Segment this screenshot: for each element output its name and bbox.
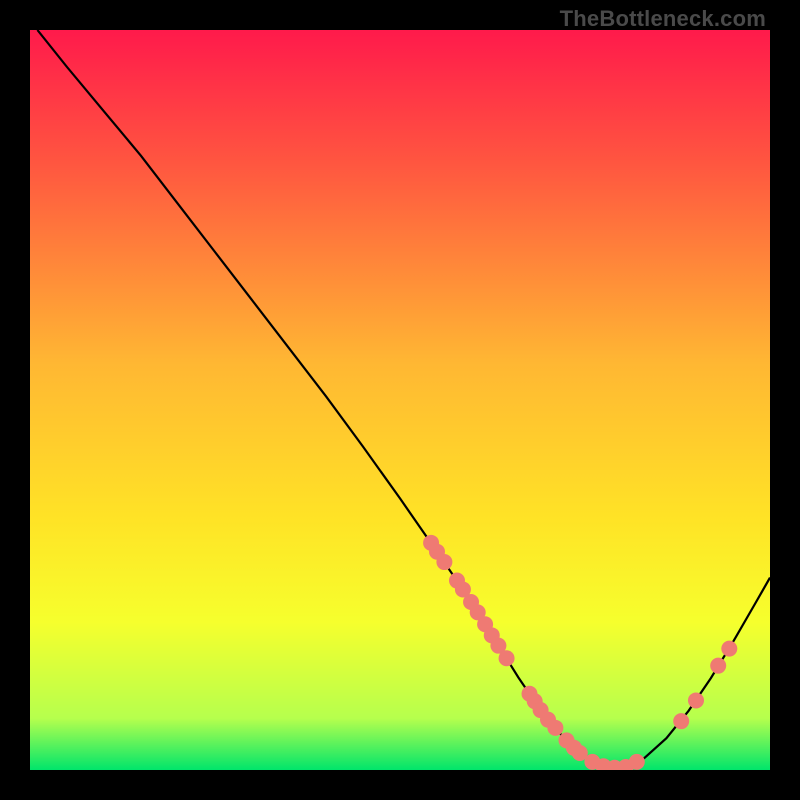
data-point — [436, 554, 452, 570]
data-point — [547, 720, 563, 736]
data-point — [499, 650, 515, 666]
watermark-label: TheBottleneck.com — [560, 6, 766, 32]
chart-background — [30, 30, 770, 770]
data-point — [710, 658, 726, 674]
data-point — [721, 641, 737, 657]
data-point — [673, 713, 689, 729]
data-point — [629, 754, 645, 770]
data-point — [688, 692, 704, 708]
chart-svg — [30, 30, 770, 770]
chart-frame — [30, 30, 770, 770]
